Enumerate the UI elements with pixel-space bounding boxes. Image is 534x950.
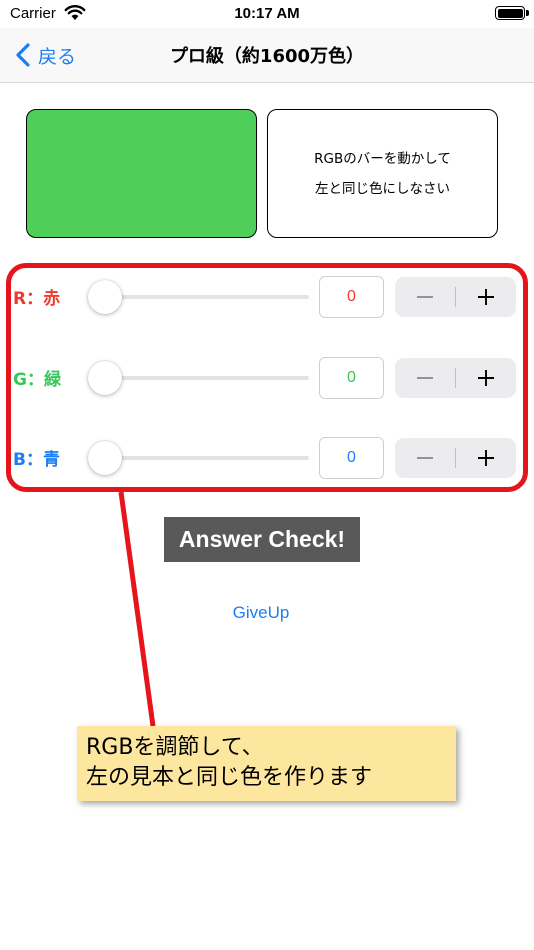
- callout-line-2: 左の見本と同じ色を作ります: [86, 765, 373, 790]
- red-slider-thumb[interactable]: [88, 280, 122, 314]
- green-stepper: [395, 358, 516, 398]
- plus-icon: [478, 450, 494, 466]
- red-slider-track[interactable]: [104, 295, 309, 299]
- slider-row-red: R：赤 0: [0, 274, 534, 318]
- green-label: G：緑: [13, 370, 61, 390]
- instruction-box: RGBのバーを動かして 左と同じ色にしなさい: [267, 109, 498, 238]
- blue-increment-button[interactable]: [456, 438, 516, 478]
- green-value-field[interactable]: 0: [319, 357, 384, 399]
- battery-tip: [526, 10, 529, 16]
- red-value-field[interactable]: 0: [319, 276, 384, 318]
- slider-row-blue: B：青 0: [0, 435, 534, 479]
- red-increment-button[interactable]: [456, 277, 516, 317]
- minus-icon: [417, 377, 433, 379]
- minus-icon: [417, 296, 433, 298]
- blue-value-field[interactable]: 0: [319, 437, 384, 479]
- red-decrement-button[interactable]: [395, 277, 455, 317]
- plus-icon: [478, 370, 494, 386]
- plus-icon: [478, 289, 494, 305]
- green-slider-thumb[interactable]: [88, 361, 122, 395]
- callout-line-1: RGBを調節して、: [86, 735, 264, 760]
- answer-check-button[interactable]: Answer Check!: [164, 517, 360, 562]
- blue-stepper: [395, 438, 516, 478]
- callout-box: RGBを調節して、 左の見本と同じ色を作ります: [77, 726, 456, 801]
- red-stepper: [395, 277, 516, 317]
- clock: 10:17 AM: [234, 5, 300, 22]
- blue-slider-thumb[interactable]: [88, 441, 122, 475]
- blue-decrement-button[interactable]: [395, 438, 455, 478]
- status-bar: Carrier 10:17 AM: [0, 0, 534, 28]
- blue-label: B：青: [13, 450, 60, 470]
- instruction-line-2: 左と同じ色にしなさい: [315, 180, 450, 197]
- green-slider-track[interactable]: [104, 376, 309, 380]
- page-title: プロ級（約1600万色）: [169, 46, 365, 67]
- green-increment-button[interactable]: [456, 358, 516, 398]
- red-label: R：赤: [13, 289, 61, 309]
- minus-icon: [417, 457, 433, 459]
- navigation-bar: 戻る プロ級（約1600万色）: [0, 28, 534, 83]
- slider-row-green: G：緑 0: [0, 355, 534, 399]
- sample-color-swatch: [26, 109, 257, 238]
- green-decrement-button[interactable]: [395, 358, 455, 398]
- battery-icon: [495, 6, 525, 20]
- instruction-line-1: RGBのバーを動かして: [314, 150, 451, 167]
- blue-slider-track[interactable]: [104, 456, 309, 460]
- giveup-link[interactable]: GiveUp: [0, 603, 522, 623]
